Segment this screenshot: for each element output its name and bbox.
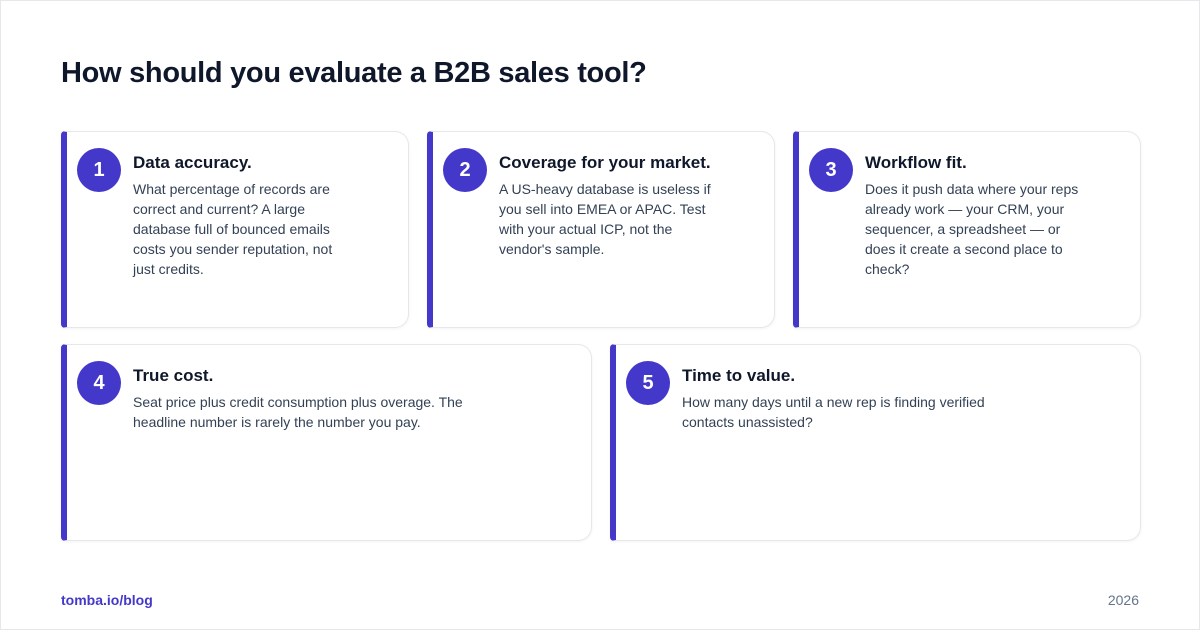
criterion-card-3: 3 Workflow fit. Does it push data where … — [793, 131, 1141, 328]
card-description: What percentage of records are correct a… — [133, 181, 333, 277]
card-title: Data accuracy. — [133, 153, 252, 172]
step-number-badge: 2 — [443, 148, 487, 192]
card-title: Time to value. — [682, 366, 796, 385]
step-number-badge: 3 — [809, 148, 853, 192]
step-number-badge: 5 — [626, 361, 670, 405]
card-description: How many days until a new rep is finding… — [682, 394, 985, 430]
step-number-badge: 4 — [77, 361, 121, 405]
criterion-card-4: 4 True cost. Seat price plus credit cons… — [61, 344, 592, 541]
card-description: A US-heavy database is useless if you se… — [499, 181, 711, 257]
card-description: Does it push data where your reps alread… — [865, 181, 1079, 277]
page-title: How should you evaluate a B2B sales tool… — [61, 57, 647, 89]
blog-link[interactable]: tomba.io/blog — [61, 592, 153, 608]
footer-year: 2026 — [1107, 592, 1139, 608]
criterion-card-2: 2 Coverage for your market. A US-heavy d… — [427, 131, 775, 328]
card-title: True cost. — [133, 366, 214, 385]
card-title: Workflow fit. — [865, 153, 967, 172]
card-description: Seat price plus credit consumption plus … — [133, 394, 463, 430]
step-number-badge: 1 — [77, 148, 121, 192]
page-frame: How should you evaluate a B2B sales tool… — [0, 0, 1200, 630]
criterion-card-1: 1 Data accuracy. What percentage of reco… — [61, 131, 409, 328]
criterion-card-5: 5 Time to value. How many days until a n… — [610, 344, 1141, 541]
card-title: Coverage for your market. — [499, 153, 711, 172]
